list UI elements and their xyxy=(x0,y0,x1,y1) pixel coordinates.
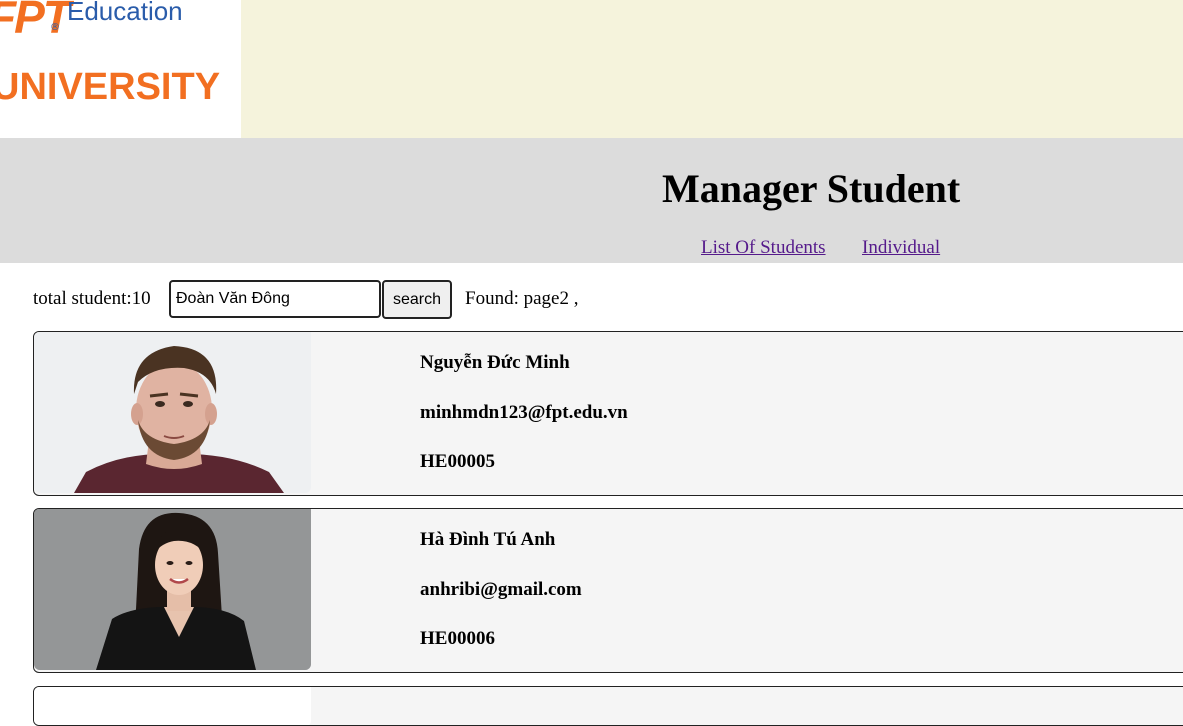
student-name: Hà Đình Tú Anh xyxy=(420,529,556,550)
header-band xyxy=(0,138,1183,263)
male-student-photo xyxy=(34,332,311,493)
student-email: minhmdn123@fpt.edu.vn xyxy=(420,402,628,423)
total-student-label: total student:10 xyxy=(33,288,151,309)
student-name: Nguyễn Đức Minh xyxy=(420,352,570,373)
logo-registered-mark: ® xyxy=(50,22,60,33)
top-banner: FPT ® Education UNIVERSITY xyxy=(0,0,1183,138)
found-result-label: Found: page2 , xyxy=(465,288,579,309)
student-card: Hà Đình Tú Anh anhribi@gmail.com HE00006 xyxy=(33,508,1183,673)
nav-link-list-of-students[interactable]: List Of Students xyxy=(701,237,826,259)
nav-link-individual[interactable]: Individual xyxy=(862,237,940,259)
student-email: anhribi@gmail.com xyxy=(420,579,582,600)
female-student-photo xyxy=(34,509,311,670)
search-button[interactable]: search xyxy=(382,280,452,319)
logo-university-text: UNIVERSITY xyxy=(0,66,221,108)
student-card xyxy=(33,686,1183,726)
logo-education-text: Education xyxy=(67,0,183,26)
student-id: HE00005 xyxy=(420,451,495,472)
fpt-education-logo: FPT ® Education UNIVERSITY xyxy=(0,0,241,138)
page-title: Manager Student xyxy=(662,166,961,211)
student-card: Nguyễn Đức Minh minhmdn123@fpt.edu.vn HE… xyxy=(33,331,1183,496)
search-input[interactable] xyxy=(169,280,381,318)
student-photo xyxy=(34,687,311,725)
student-id: HE00006 xyxy=(420,628,495,649)
